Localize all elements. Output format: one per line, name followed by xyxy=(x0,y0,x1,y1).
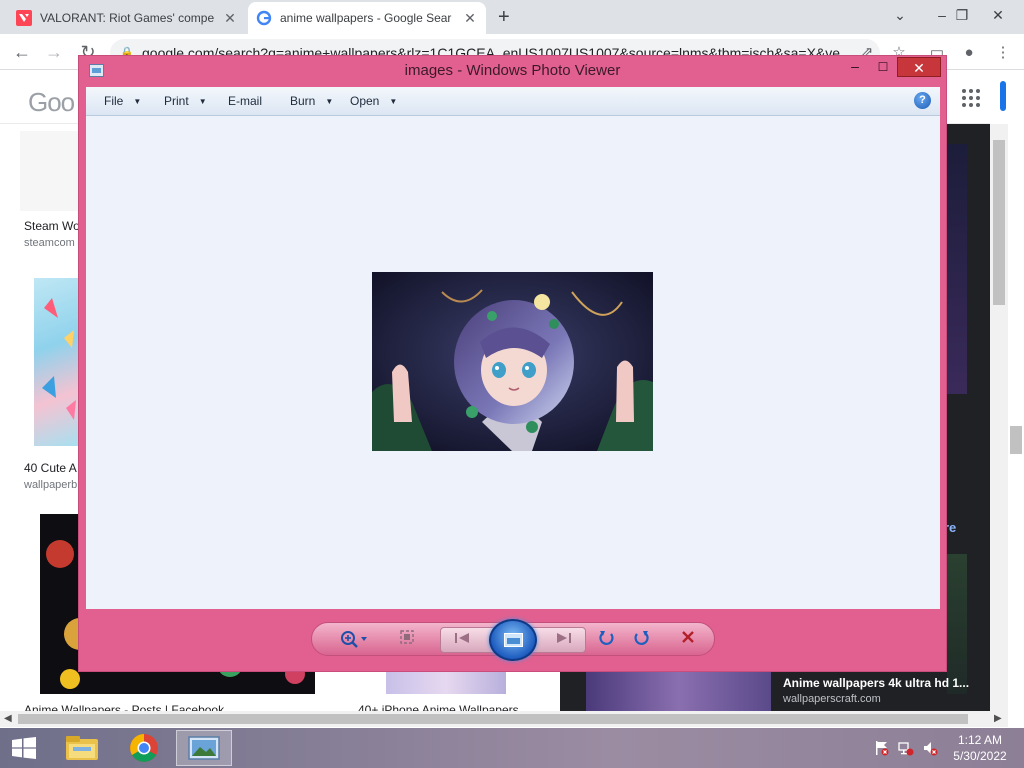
result-source: wallpaperb xyxy=(24,479,78,491)
restore-icon[interactable]: ❐ xyxy=(942,2,982,28)
next-icon[interactable] xyxy=(551,630,575,652)
menu-print-label: Print xyxy=(164,94,189,108)
result-title[interactable]: 40 Cute A xyxy=(24,461,77,475)
clock-time: 1:12 AM xyxy=(957,733,1003,747)
menu-open[interactable]: Open ▼ xyxy=(350,87,397,116)
scroll-right-icon[interactable]: ▶ xyxy=(994,711,1002,727)
zoom-icon[interactable] xyxy=(338,629,370,651)
menu-file[interactable]: File ▼ xyxy=(104,87,141,116)
slideshow-button[interactable] xyxy=(489,619,537,661)
tab-valorant[interactable]: VALORANT: Riot Games' compe ✕ xyxy=(8,2,246,34)
displayed-photo xyxy=(372,272,653,451)
forward-arrow-icon[interactable]: → xyxy=(42,40,66,64)
result-thumbnail[interactable] xyxy=(386,671,506,694)
clock-date: 5/30/2022 xyxy=(953,749,1007,763)
window-title: images - Windows Photo Viewer xyxy=(404,62,621,79)
google-favicon-icon xyxy=(256,10,272,26)
network-icon[interactable] xyxy=(898,740,914,756)
volume-muted-icon[interactable] xyxy=(922,740,938,756)
photo-display-area xyxy=(86,116,940,609)
sign-in-button[interactable] xyxy=(1000,81,1006,111)
google-logo[interactable]: Goo xyxy=(28,87,75,118)
menu-burn-label: Burn xyxy=(290,94,316,108)
preview-result-title[interactable]: Anime wallpapers 4k ultra hd 1... xyxy=(783,676,969,690)
action-center-flag-icon[interactable] xyxy=(874,740,890,756)
menu-email-label: E-mail xyxy=(228,94,263,108)
file-explorer-taskbar-icon[interactable] xyxy=(54,730,110,766)
related-image-thumbnail[interactable] xyxy=(947,554,967,694)
result-title[interactable]: Steam Wo xyxy=(24,219,80,233)
new-tab-icon[interactable]: + xyxy=(498,6,510,29)
minimize-button[interactable]: – xyxy=(841,58,869,78)
delete-icon[interactable] xyxy=(676,629,700,651)
result-title[interactable]: 40+ iPhone Anime Wallpapers xyxy=(358,703,519,711)
result-source: steamcom xyxy=(24,237,75,249)
valorant-favicon-icon xyxy=(16,10,32,26)
maximize-button[interactable]: ☐ xyxy=(869,58,897,78)
profile-avatar-icon[interactable]: ● xyxy=(958,42,980,64)
menu-burn[interactable]: Burn ▼ xyxy=(290,87,333,116)
result-title[interactable]: Anime Wallpapers - Posts | Facebook xyxy=(24,703,224,711)
google-apps-icon[interactable] xyxy=(962,89,980,107)
browser-tab-strip: VALORANT: Riot Games' compe ✕ anime wall… xyxy=(0,0,1024,34)
caret-down-icon: ▼ xyxy=(198,97,207,106)
horizontal-scrollbar[interactable]: ◀ ▶ xyxy=(0,711,1008,727)
photo-viewer-taskbar-icon[interactable] xyxy=(176,730,232,766)
slideshow-icon xyxy=(504,633,523,647)
help-icon[interactable]: ? xyxy=(914,92,931,109)
chevron-down-icon[interactable]: ⌄ xyxy=(880,2,920,28)
scroll-left-icon[interactable]: ◀ xyxy=(4,711,12,727)
previous-icon[interactable] xyxy=(451,630,475,652)
tab-title: VALORANT: Riot Games' compe xyxy=(40,11,215,25)
start-button[interactable] xyxy=(0,730,48,766)
menu-email[interactable]: E-mail xyxy=(228,87,262,116)
caret-down-icon: ▼ xyxy=(325,97,334,106)
menu-print[interactable]: Print ▼ xyxy=(164,87,207,116)
tab-title: anime wallpapers - Google Sear xyxy=(280,11,452,25)
preview-result-source: wallpaperscraft.com xyxy=(783,693,881,705)
menu-open-label: Open xyxy=(350,94,380,108)
photo-viewer-controls xyxy=(311,619,715,661)
windows-taskbar: 1:12 AM 5/30/2022 xyxy=(0,728,1024,768)
system-clock[interactable]: 1:12 AM 5/30/2022 xyxy=(948,732,1012,764)
result-thumbnail[interactable] xyxy=(20,131,80,211)
window-close-icon[interactable]: ✕ xyxy=(978,2,1018,28)
tab-anime-wallpapers[interactable]: anime wallpapers - Google Sear ✕ xyxy=(248,2,486,34)
back-arrow-icon[interactable]: ← xyxy=(10,40,34,64)
actual-size-icon[interactable] xyxy=(396,629,418,651)
panel-scrollbar[interactable] xyxy=(990,124,1008,714)
rotate-clockwise-icon[interactable] xyxy=(630,629,652,651)
result-thumbnail[interactable] xyxy=(34,278,80,446)
close-button[interactable]: ✕ xyxy=(897,57,941,77)
photo-viewer-titlebar[interactable]: images - Windows Photo Viewer – ☐ ✕ xyxy=(79,56,946,86)
photo-viewer-window: images - Windows Photo Viewer – ☐ ✕ File… xyxy=(78,55,947,672)
caret-down-icon: ▼ xyxy=(389,97,398,106)
page-scrollbar[interactable] xyxy=(1008,124,1024,714)
tab-close-icon[interactable]: ✕ xyxy=(462,10,478,27)
rotate-counterclockwise-icon[interactable] xyxy=(596,629,618,651)
preview-image[interactable] xyxy=(947,144,967,394)
chrome-taskbar-icon[interactable] xyxy=(116,730,172,766)
menu-kebab-icon[interactable]: ⋮ xyxy=(992,42,1014,64)
tab-close-icon[interactable]: ✕ xyxy=(222,10,238,27)
caret-down-icon: ▼ xyxy=(133,97,142,106)
menu-file-label: File xyxy=(104,94,124,108)
windows-logo-icon xyxy=(12,737,36,759)
photo-viewer-menubar: File ▼ Print ▼ E-mail Burn ▼ Open ▼ ? xyxy=(86,87,940,116)
